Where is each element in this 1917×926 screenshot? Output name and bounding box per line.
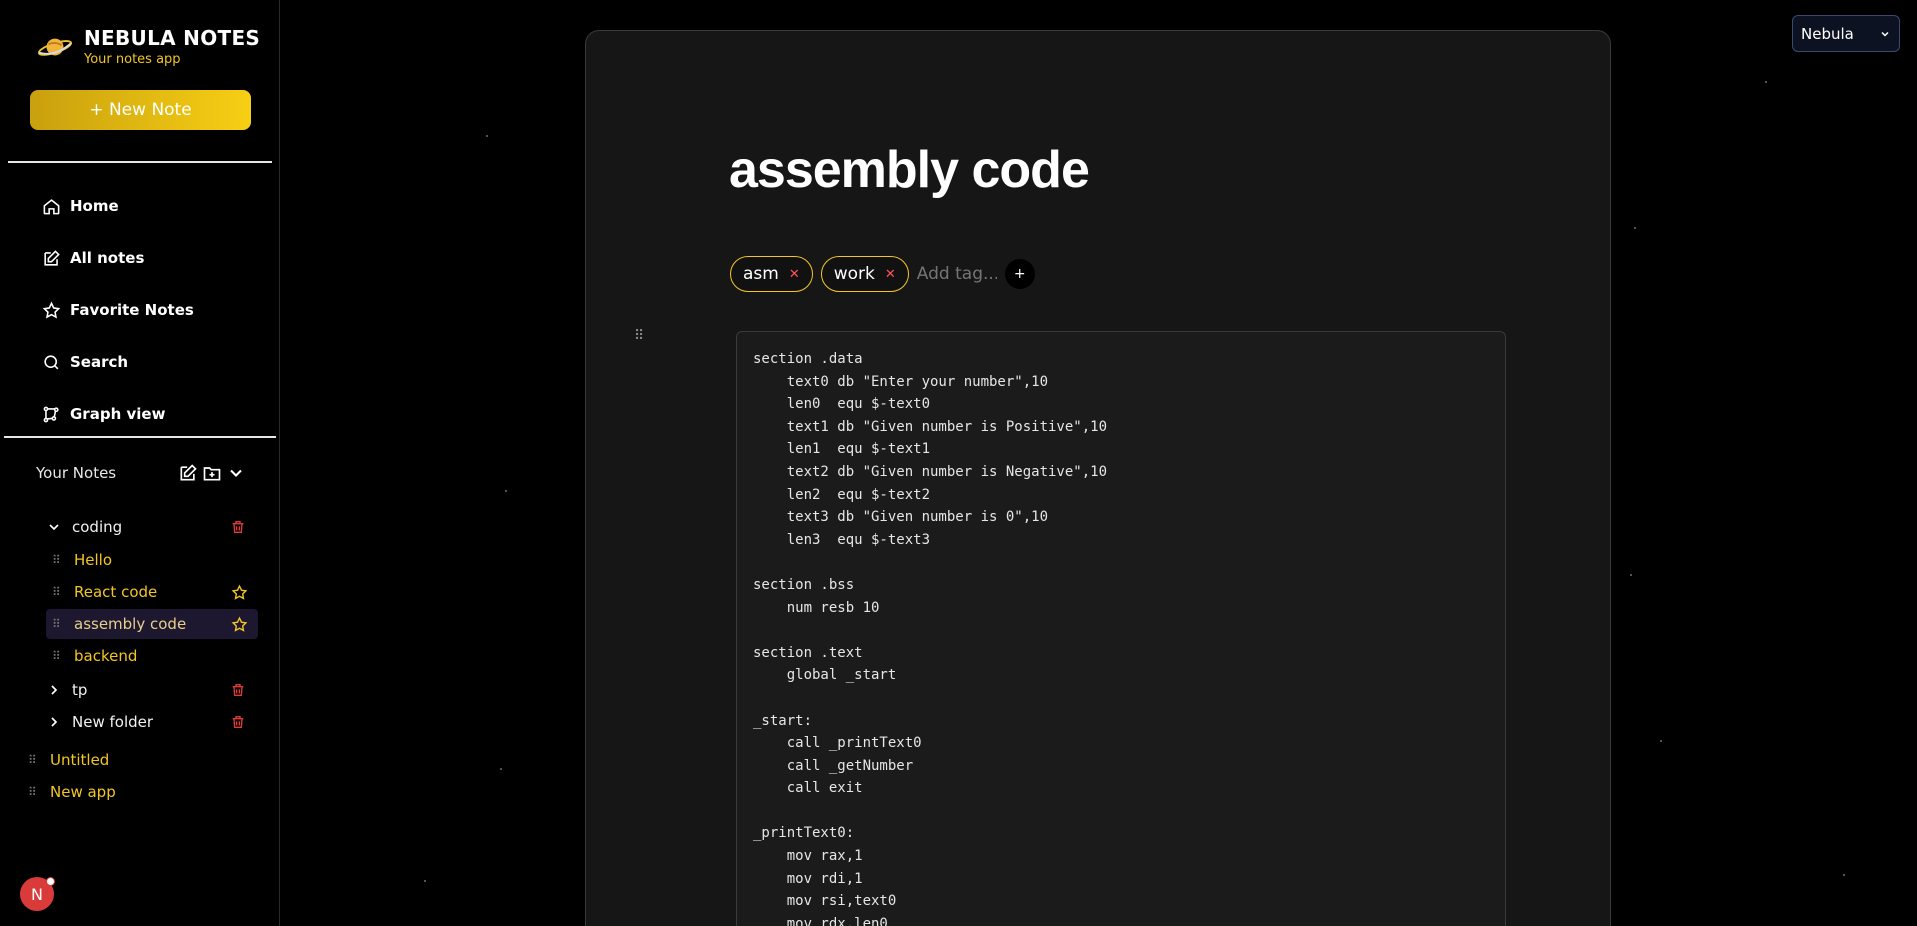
new-note-button[interactable]: + New Note [30,90,251,130]
trash-icon[interactable] [230,519,246,535]
home-icon [43,198,60,214]
tag-label: asm [743,264,779,284]
tag-bar: asm ✕ work ✕ + [730,256,1035,292]
favorite-star-icon[interactable] [231,583,248,601]
folder-name: coding [72,518,123,536]
chevron-down-icon[interactable] [46,519,62,535]
block-drag-handle-icon[interactable]: ⠿ [634,328,644,344]
trash-icon[interactable] [230,714,246,730]
your-notes-label: Your Notes [36,464,117,482]
new-note-icon[interactable] [178,463,198,483]
star-icon [42,301,61,319]
folder-name: tp [72,681,88,699]
favorite-star-icon[interactable] [231,615,248,633]
user-avatar[interactable]: N [20,877,55,911]
brand: NEBULA NOTES Your notes app [36,26,260,67]
nav-search[interactable]: Search [42,336,194,388]
tag-chip: asm ✕ [730,256,813,292]
app-title: NEBULA NOTES [84,26,261,50]
trash-icon[interactable] [230,682,246,698]
search-icon [44,354,59,369]
new-folder-icon[interactable] [202,463,222,483]
chevron-down-icon [1881,31,1889,37]
drag-handle-icon[interactable]: ⠿ [52,649,68,663]
note-name: Untitled [50,751,110,769]
drag-handle-icon[interactable]: ⠿ [28,785,44,799]
note-name: backend [74,647,138,665]
folder-name: New folder [72,713,154,731]
nav-label: All notes [70,249,145,267]
folder-row-tp[interactable]: tp [46,675,246,705]
nav-label: Search [70,353,129,371]
sidebar: NEBULA NOTES Your notes app + New Note H… [0,0,280,926]
folder-row-new-folder[interactable]: New folder [46,707,246,737]
chevron-right-icon[interactable] [46,682,62,698]
drag-handle-icon[interactable]: ⠿ [52,553,68,567]
nav-all-notes[interactable]: All notes [42,232,194,284]
note-name: assembly code [74,615,187,633]
theme-selected-value: Nebula [1801,24,1854,43]
tag-label: work [833,264,875,284]
chevron-right-icon[interactable] [46,714,62,730]
planet-icon [37,38,73,56]
note-row-new-app[interactable]: ⠿ New app [28,777,228,807]
avatar-initial: N [31,884,43,904]
folder-row-coding[interactable]: coding [46,512,246,542]
nav-home[interactable]: Home [42,180,194,232]
note-title[interactable]: assembly code [729,140,1090,200]
code-content: section .data text0 db "Enter your numbe… [753,351,1108,926]
divider [8,161,272,163]
drag-handle-icon[interactable]: ⠿ [52,617,68,631]
note-row-untitled[interactable]: ⠿ Untitled [28,745,228,775]
remove-tag-icon[interactable]: ✕ [885,267,896,282]
code-block[interactable]: section .data text0 db "Enter your numbe… [736,331,1506,926]
chevron-down-icon[interactable] [226,463,246,483]
edit-icon [44,249,60,266]
nav-graph-view[interactable]: Graph view [42,388,194,440]
drag-handle-icon[interactable]: ⠿ [28,753,44,767]
app-subtitle: Your notes app [84,52,181,67]
add-tag-button[interactable]: + [1004,259,1035,289]
note-row-backend[interactable]: ⠿ backend [52,641,252,671]
note-name: React code [74,583,158,601]
your-notes-header: Your Notes [36,463,246,483]
nav-label: Favorite Notes [70,301,194,319]
status-dot [46,877,55,886]
note-name: New app [50,783,116,801]
tag-chip: work ✕ [820,256,909,292]
drag-handle-icon[interactable]: ⠿ [52,585,68,599]
note-row-react-code[interactable]: ⠿ React code [52,577,248,607]
add-tag-input[interactable] [916,258,997,290]
divider [4,436,276,438]
nav-label: Home [70,197,119,215]
note-name: Hello [74,551,113,569]
note-row-hello[interactable]: ⠿ Hello [52,545,252,575]
theme-select[interactable]: Nebula [1792,15,1900,52]
main-nav: Home All notes Favorite Notes Search Gra… [42,180,194,440]
nav-label: Graph view [70,405,166,423]
graph-icon [43,406,59,422]
note-row-assembly-code[interactable]: ⠿ assembly code [46,609,258,639]
nav-favorite-notes[interactable]: Favorite Notes [42,284,194,336]
remove-tag-icon[interactable]: ✕ [789,267,800,282]
